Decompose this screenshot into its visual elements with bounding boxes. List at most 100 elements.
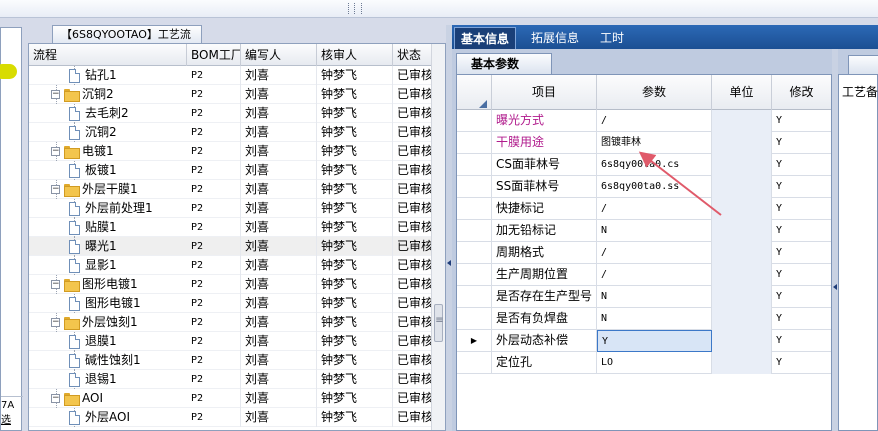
- tree-row[interactable]: 退锡1 P2 刘喜 钟梦飞 已审核: [29, 370, 445, 389]
- param-value-cell[interactable]: 图镀菲林: [597, 132, 712, 154]
- col-header-status[interactable]: 状态: [393, 44, 433, 66]
- tab-work-hours[interactable]: 工时: [594, 27, 630, 49]
- param-value-cell[interactable]: LO: [597, 352, 712, 374]
- splitter-grip-icon[interactable]: [348, 3, 362, 14]
- param-unit-cell[interactable]: [712, 110, 772, 132]
- tree-node[interactable]: 去毛刺2: [69, 104, 129, 123]
- tree-row[interactable]: − 沉铜2 P2 刘喜 钟梦飞 已审核: [29, 85, 445, 104]
- tree-node[interactable]: 图形电镀1: [69, 294, 141, 313]
- param-value-cell[interactable]: N: [597, 220, 712, 242]
- tree-node[interactable]: 贴膜1: [69, 218, 117, 237]
- param-modify-cell[interactable]: Y: [772, 110, 831, 132]
- tree-node[interactable]: − 图形电镀1: [51, 275, 138, 294]
- row-indicator[interactable]: [457, 176, 492, 198]
- param-value-cell[interactable]: 6s8qy00ta0.cs: [597, 154, 712, 176]
- param-modify-cell[interactable]: Y: [772, 264, 831, 286]
- scrollbar-thumb[interactable]: [434, 304, 444, 342]
- tree-panel-tab[interactable]: 【6S8QYOOTAO】工艺流程: [52, 25, 202, 58]
- param-unit-cell[interactable]: [712, 308, 772, 330]
- row-indicator[interactable]: [457, 308, 492, 330]
- param-unit-cell[interactable]: [712, 242, 772, 264]
- param-modify-cell[interactable]: Y: [772, 352, 831, 374]
- param-modify-cell[interactable]: Y: [772, 308, 831, 330]
- tree-node[interactable]: − 外层蚀刻1: [51, 313, 138, 332]
- param-row[interactable]: 周期格式 / Y: [457, 242, 831, 264]
- param-row[interactable]: 加无铅标记 N Y: [457, 220, 831, 242]
- tree-node[interactable]: − 电镀1: [51, 142, 114, 161]
- param-unit-cell[interactable]: [712, 286, 772, 308]
- param-modify-cell[interactable]: Y: [772, 198, 831, 220]
- row-indicator[interactable]: [457, 220, 492, 242]
- param-unit-cell[interactable]: [712, 176, 772, 198]
- tree-row[interactable]: 显影1 P2 刘喜 钟梦飞 已审核: [29, 256, 445, 275]
- col-header-factory[interactable]: BOM工厂: [187, 44, 241, 66]
- param-modify-cell[interactable]: Y: [772, 286, 831, 308]
- param-unit-cell[interactable]: [712, 198, 772, 220]
- param-modify-cell[interactable]: Y: [772, 330, 831, 352]
- tab-extended-info[interactable]: 拓展信息: [525, 27, 585, 49]
- tree-row[interactable]: 退膜1 P2 刘喜 钟梦飞 已审核: [29, 332, 445, 351]
- tree-row[interactable]: 曝光1 P2 刘喜 钟梦飞 已审核: [29, 237, 445, 256]
- param-unit-cell[interactable]: [712, 154, 772, 176]
- row-indicator[interactable]: [457, 198, 492, 220]
- tree-row[interactable]: − 图形电镀1 P2 刘喜 钟梦飞 已审核: [29, 275, 445, 294]
- tree-scrollbar[interactable]: [431, 44, 445, 430]
- param-modify-cell[interactable]: Y: [772, 242, 831, 264]
- param-value-cell[interactable]: N: [597, 286, 712, 308]
- row-indicator[interactable]: [457, 132, 492, 154]
- tree-row[interactable]: 沉铜2 P2 刘喜 钟梦飞 已审核: [29, 123, 445, 142]
- col-header-reviewer[interactable]: 核审人: [317, 44, 393, 66]
- tab-basic-params[interactable]: 基本参数: [456, 53, 552, 74]
- param-modify-cell[interactable]: Y: [772, 154, 831, 176]
- param-row[interactable]: SS面菲林号 6s8qy00ta0.ss Y: [457, 176, 831, 198]
- tree-node[interactable]: − AOI: [51, 389, 103, 408]
- tree-row[interactable]: 碱性蚀刻1 P2 刘喜 钟梦飞 已审核: [29, 351, 445, 370]
- col-header-unit[interactable]: 单位: [712, 75, 772, 110]
- collapse-toggle-icon[interactable]: −: [51, 280, 60, 289]
- tree-row[interactable]: 外层AOI P2 刘喜 钟梦飞 已审核: [29, 408, 445, 427]
- col-header-modify[interactable]: 修改: [772, 75, 831, 110]
- expand-arrow-icon[interactable]: [833, 284, 837, 290]
- tree-row[interactable]: 板镀1 P2 刘喜 钟梦飞 已审核: [29, 161, 445, 180]
- tab-basic-info[interactable]: 基本信息: [454, 27, 517, 49]
- param-unit-cell[interactable]: [712, 330, 772, 352]
- param-modify-cell[interactable]: Y: [772, 220, 831, 242]
- param-value-cell[interactable]: /: [597, 110, 712, 132]
- current-row-arrow-icon[interactable]: ▶: [457, 330, 492, 352]
- row-indicator[interactable]: [457, 286, 492, 308]
- collapse-toggle-icon[interactable]: −: [51, 318, 60, 327]
- tree-node[interactable]: 曝光1: [69, 237, 117, 256]
- param-unit-cell[interactable]: [712, 220, 772, 242]
- row-indicator[interactable]: [457, 352, 492, 374]
- param-row[interactable]: ▶ 外层动态补偿 Y Y: [457, 330, 831, 352]
- row-indicator[interactable]: [457, 154, 492, 176]
- param-value-cell[interactable]: 6s8qy00ta0.ss: [597, 176, 712, 198]
- param-value-cell[interactable]: /: [597, 198, 712, 220]
- tree-row[interactable]: 钻孔1 P2 刘喜 钟梦飞 已审核: [29, 66, 445, 85]
- tree-row[interactable]: − AOI P2 刘喜 钟梦飞 已审核: [29, 389, 445, 408]
- param-row[interactable]: 生产周期位置 / Y: [457, 264, 831, 286]
- param-value-cell[interactable]: /: [597, 242, 712, 264]
- param-row[interactable]: 定位孔 LO Y: [457, 352, 831, 374]
- tree-node[interactable]: − 沉铜2: [51, 85, 114, 104]
- param-row[interactable]: 干膜用途 图镀菲林 Y: [457, 132, 831, 154]
- param-value-cell[interactable]: Y: [597, 330, 712, 352]
- tree-row[interactable]: 图形电镀1 P2 刘喜 钟梦飞 已审核: [29, 294, 445, 313]
- collapse-arrow-icon[interactable]: [447, 260, 451, 266]
- param-row[interactable]: 是否存在生产型号 N Y: [457, 286, 831, 308]
- param-row[interactable]: 是否有负焊盘 N Y: [457, 308, 831, 330]
- tree-row[interactable]: − 电镀1 P2 刘喜 钟梦飞 已审核: [29, 142, 445, 161]
- tree-node[interactable]: − 外层干膜1: [51, 180, 138, 199]
- left-panel-select-link[interactable]: 选: [1, 416, 11, 426]
- col-header-writer[interactable]: 编写人: [241, 44, 317, 66]
- tree-row[interactable]: 外层前处理1 P2 刘喜 钟梦飞 已审核: [29, 199, 445, 218]
- col-header-item[interactable]: 项目: [492, 75, 597, 110]
- tree-node[interactable]: 钻孔1: [69, 66, 117, 85]
- collapse-toggle-icon[interactable]: −: [51, 394, 60, 403]
- param-value-cell[interactable]: N: [597, 308, 712, 330]
- tree-node[interactable]: 退膜1: [69, 332, 117, 351]
- param-unit-cell[interactable]: [712, 264, 772, 286]
- param-row[interactable]: 曝光方式 / Y: [457, 110, 831, 132]
- row-indicator[interactable]: [457, 110, 492, 132]
- param-modify-cell[interactable]: Y: [772, 176, 831, 198]
